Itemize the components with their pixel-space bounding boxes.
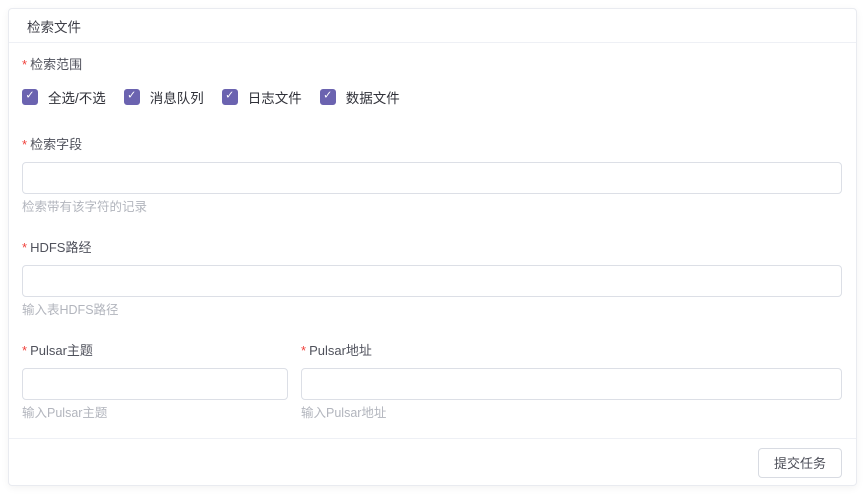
search-scope-label-text: 检索范围 — [30, 57, 82, 73]
checkbox-log-file[interactable]: ✓ 日志文件 — [222, 87, 302, 107]
hdfs-path-label: * HDFS路经 — [22, 240, 842, 256]
pulsar-address-label: * Pulsar地址 — [301, 343, 842, 359]
search-scope-label: * 检索范围 — [22, 57, 842, 73]
pulsar-topic-label-text: Pulsar主题 — [30, 343, 93, 359]
pulsar-topic-input[interactable] — [22, 368, 288, 400]
checkbox-box-select-all[interactable]: ✓ — [22, 89, 38, 105]
checkbox-box-data-file[interactable]: ✓ — [320, 89, 336, 105]
checkmark-icon: ✓ — [127, 91, 136, 102]
search-field-hint: 检索带有该字符的记录 — [22, 201, 842, 214]
form-item-hdfs-path: * HDFS路经 输入表HDFS路径 — [22, 240, 842, 317]
hdfs-path-label-text: HDFS路经 — [30, 240, 91, 256]
search-file-card: 检索文件 * 检索范围 ✓ 全选/不选 ✓ 消息队列 ✓ 日志文件 — [8, 8, 857, 486]
checkbox-label-log-file: 日志文件 — [248, 87, 302, 107]
hdfs-path-hint: 输入表HDFS路径 — [22, 304, 842, 317]
search-field-input[interactable] — [22, 162, 842, 194]
checkmark-icon: ✓ — [25, 91, 34, 102]
page-title: 检索文件 — [27, 16, 81, 36]
pulsar-topic-label: * Pulsar主题 — [22, 343, 288, 359]
checkbox-message-queue[interactable]: ✓ 消息队列 — [124, 87, 204, 107]
pulsar-topic-hint: 输入Pulsar主题 — [22, 407, 288, 420]
required-asterisk: * — [22, 57, 27, 73]
checkbox-data-file[interactable]: ✓ 数据文件 — [320, 87, 400, 107]
checkmark-icon: ✓ — [225, 91, 234, 102]
required-asterisk: * — [301, 343, 306, 359]
search-scope-checkbox-group: ✓ 全选/不选 ✓ 消息队列 ✓ 日志文件 ✓ 数据文件 — [22, 88, 842, 105]
form-body: * 检索范围 ✓ 全选/不选 ✓ 消息队列 ✓ 日志文件 ✓ 数据文件 — [9, 43, 856, 438]
form-item-pulsar-address: * Pulsar地址 输入Pulsar地址 — [301, 343, 842, 420]
required-asterisk: * — [22, 137, 27, 153]
search-field-label: * 检索字段 — [22, 137, 842, 153]
form-item-search-scope: * 检索范围 ✓ 全选/不选 ✓ 消息队列 ✓ 日志文件 ✓ 数据文件 — [22, 57, 842, 105]
checkmark-icon: ✓ — [323, 91, 332, 102]
form-item-pulsar-topic: * Pulsar主题 输入Pulsar主题 — [22, 343, 288, 420]
checkbox-select-all[interactable]: ✓ 全选/不选 — [22, 87, 106, 107]
pulsar-address-input[interactable] — [301, 368, 842, 400]
search-field-label-text: 检索字段 — [30, 137, 82, 153]
checkbox-box-log-file[interactable]: ✓ — [222, 89, 238, 105]
form-item-search-field: * 检索字段 检索带有该字符的记录 — [22, 137, 842, 214]
checkbox-label-data-file: 数据文件 — [346, 87, 400, 107]
card-header: 检索文件 — [9, 9, 856, 43]
pulsar-row: * Pulsar主题 输入Pulsar主题 * Pulsar地址 输入Pulsa… — [22, 343, 842, 420]
hdfs-path-input[interactable] — [22, 265, 842, 297]
checkbox-box-message-queue[interactable]: ✓ — [124, 89, 140, 105]
required-asterisk: * — [22, 240, 27, 256]
submit-task-button[interactable]: 提交任务 — [758, 448, 842, 478]
card-footer: 提交任务 — [9, 438, 856, 486]
checkbox-label-message-queue: 消息队列 — [150, 87, 204, 107]
pulsar-address-label-text: Pulsar地址 — [309, 343, 372, 359]
pulsar-address-hint: 输入Pulsar地址 — [301, 407, 842, 420]
checkbox-label-select-all: 全选/不选 — [48, 87, 106, 107]
required-asterisk: * — [22, 343, 27, 359]
